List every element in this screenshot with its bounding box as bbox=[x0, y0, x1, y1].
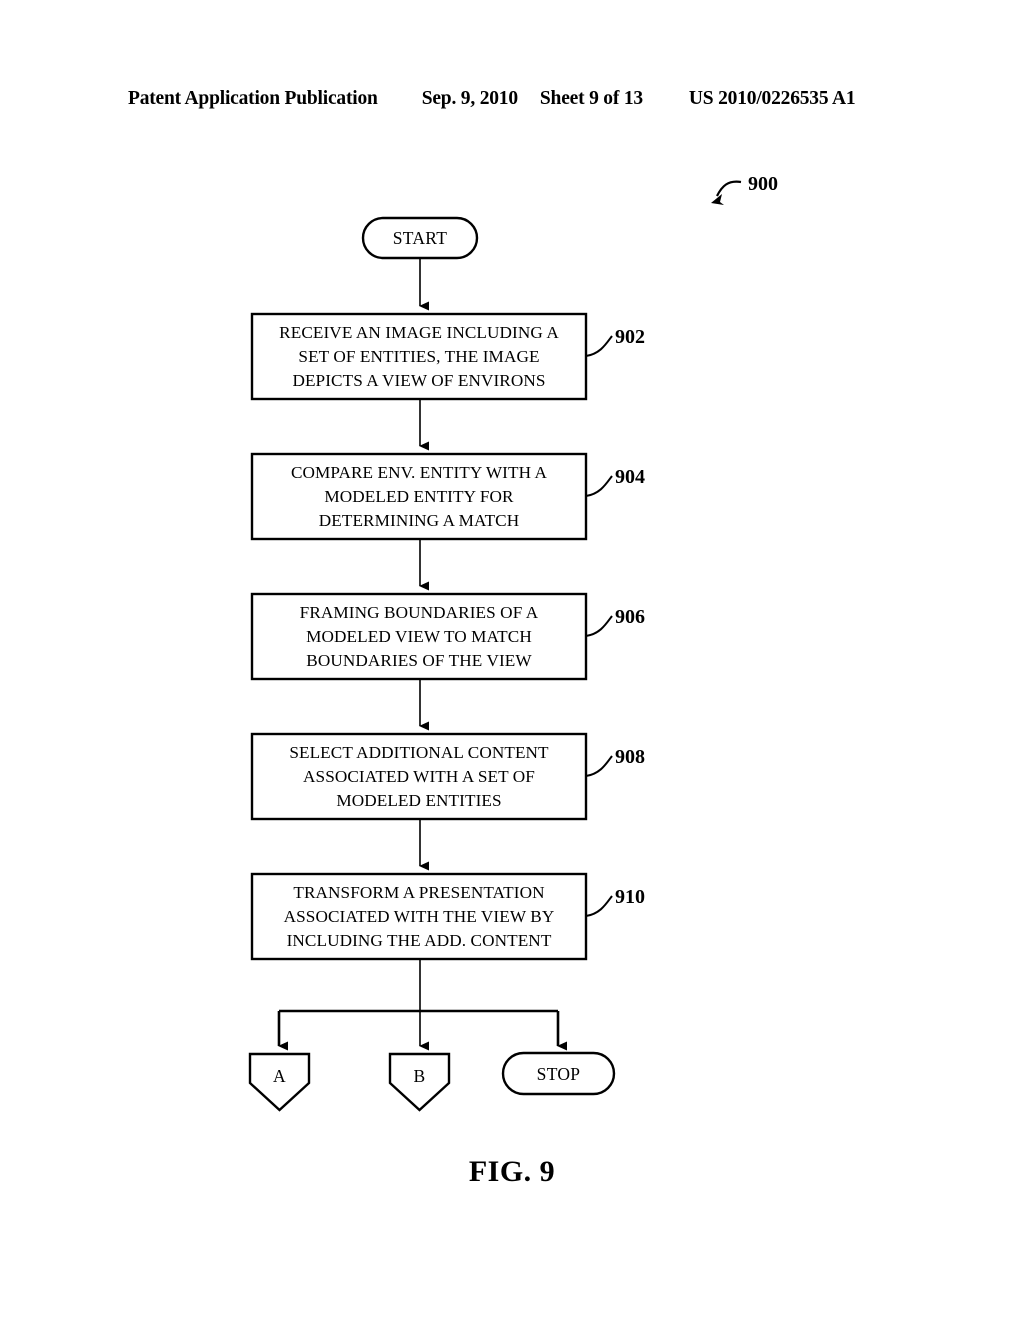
process-box-904: COMPARE ENV. ENTITY WITH A MODELED ENTIT… bbox=[250, 452, 645, 541]
stop-node: STOP bbox=[501, 1051, 616, 1096]
process-box-904-line-1: COMPARE ENV. ENTITY WITH A bbox=[291, 463, 548, 482]
process-box-902-line-1: RECEIVE AN IMAGE INCLUDING A bbox=[279, 323, 559, 342]
process-box-902-line-2: SET OF ENTITIES, THE IMAGE bbox=[298, 347, 539, 366]
process-box-908-line-3: MODELED ENTITIES bbox=[336, 791, 501, 810]
reference-label-904: 904 bbox=[615, 466, 645, 488]
process-box-910-line-1: TRANSFORM A PRESENTATION bbox=[293, 883, 545, 902]
offpage-connector-a: A bbox=[248, 1052, 311, 1112]
figure-reference-900: 900 bbox=[711, 173, 778, 205]
offpage-connector-a-label: A bbox=[273, 1066, 286, 1086]
process-box-910-line-3: INCLUDING THE ADD. CONTENT bbox=[287, 931, 552, 950]
process-box-902: RECEIVE AN IMAGE INCLUDING A SET OF ENTI… bbox=[250, 312, 645, 401]
reference-label-906: 906 bbox=[615, 606, 645, 628]
reference-label-910: 910 bbox=[615, 886, 645, 908]
start-node: START bbox=[361, 216, 479, 260]
process-box-910: TRANSFORM A PRESENTATION ASSOCIATED WITH… bbox=[250, 872, 645, 961]
process-box-908-line-2: ASSOCIATED WITH A SET OF bbox=[303, 767, 535, 786]
process-box-906-line-3: BOUNDARIES OF THE VIEW bbox=[306, 651, 532, 670]
process-box-904-line-2: MODELED ENTITY FOR bbox=[324, 487, 514, 506]
stop-node-label: STOP bbox=[537, 1064, 581, 1084]
start-node-label: START bbox=[393, 228, 447, 248]
flowchart-figure: 900 START RECEIVE AN IMAGE INCLUDING A S… bbox=[0, 0, 1024, 1320]
process-box-906: FRAMING BOUNDARIES OF A MODELED VIEW TO … bbox=[250, 592, 645, 681]
figure-reference-label: 900 bbox=[748, 173, 778, 195]
offpage-connector-b-label: B bbox=[414, 1066, 426, 1086]
reference-label-902: 902 bbox=[615, 326, 645, 348]
offpage-connector-b: B bbox=[388, 1052, 451, 1112]
process-box-906-line-1: FRAMING BOUNDARIES OF A bbox=[300, 603, 539, 622]
process-box-908: SELECT ADDITIONAL CONTENT ASSOCIATED WIT… bbox=[250, 732, 645, 821]
process-box-902-line-3: DEPICTS A VIEW OF ENVIRONS bbox=[292, 371, 545, 390]
process-box-906-line-2: MODELED VIEW TO MATCH bbox=[306, 627, 532, 646]
reference-label-908: 908 bbox=[615, 746, 645, 768]
process-box-908-line-1: SELECT ADDITIONAL CONTENT bbox=[289, 743, 549, 762]
figure-caption: FIG. 9 bbox=[468, 1155, 556, 1188]
process-box-904-line-3: DETERMINING A MATCH bbox=[319, 511, 520, 530]
process-box-910-line-2: ASSOCIATED WITH THE VIEW BY bbox=[284, 907, 555, 926]
